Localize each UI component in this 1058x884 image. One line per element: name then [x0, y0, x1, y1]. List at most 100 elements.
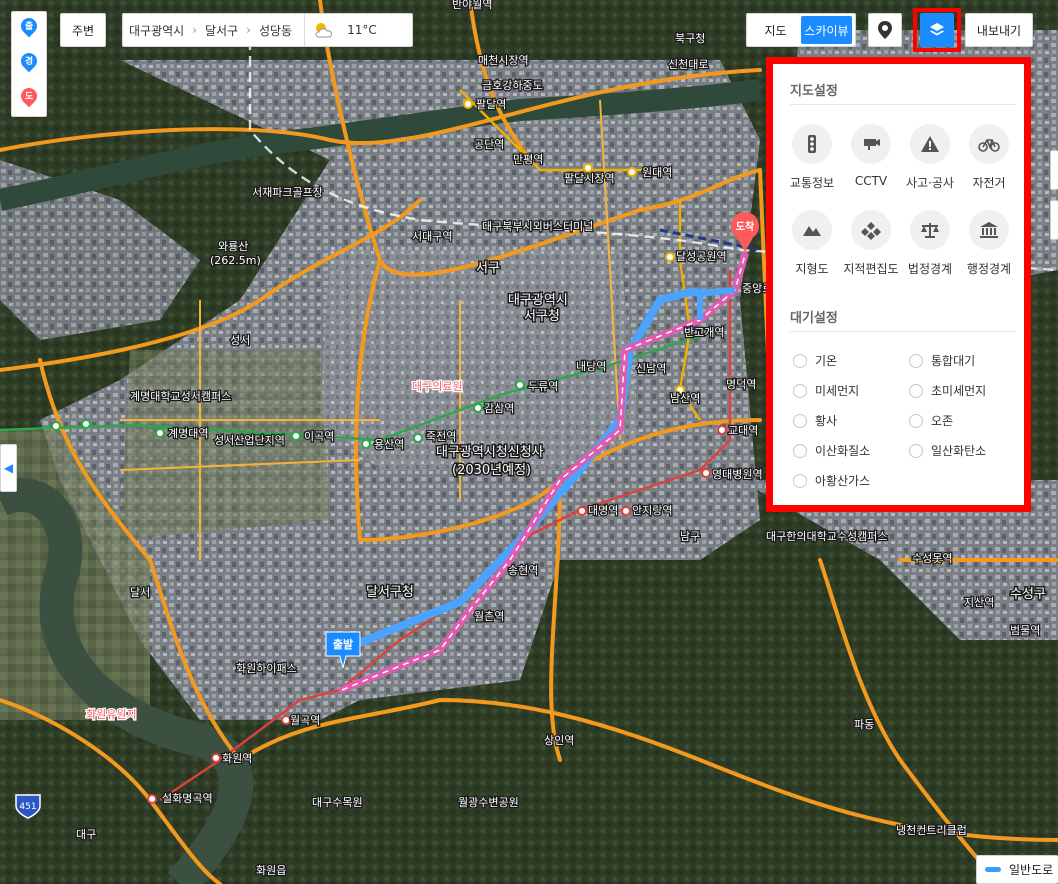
map-label: 팔달역: [476, 98, 506, 111]
svg-text:451: 451: [19, 802, 36, 812]
warning-icon: [921, 136, 939, 152]
traffic-info-toggle[interactable]: 교통정보: [783, 124, 841, 191]
layers-button-highlight[interactable]: [913, 8, 961, 52]
breadcrumb: 대구광역시 › 달서구 › 성당동 11°C: [122, 13, 413, 47]
right-edge-control[interactable]: [1050, 200, 1058, 240]
map-label: 월곡역: [290, 714, 320, 727]
destination-pin-button[interactable]: 도: [17, 84, 41, 110]
map-legend: 일반도로: [976, 855, 1058, 884]
road-swatch: [985, 867, 1001, 872]
map-label: 화원역: [222, 752, 252, 765]
svg-text:도착: 도착: [736, 220, 755, 233]
air-option-ozone[interactable]: 오존: [909, 412, 953, 429]
map-label: 남산역: [670, 392, 700, 405]
terrain-toggle[interactable]: 지형도: [783, 210, 841, 277]
chevron-right-icon: ›: [246, 23, 251, 37]
map-label: 계명대역: [168, 427, 208, 440]
route-buttons: 출 경 도: [11, 11, 47, 117]
map-label: 화원읍: [256, 864, 286, 877]
map-label: 반고개역: [684, 326, 724, 339]
bicycle-icon: [978, 139, 1000, 152]
nearby-button[interactable]: 주변: [60, 13, 106, 47]
layers-button[interactable]: [920, 13, 954, 47]
export-button[interactable]: 내보내기: [965, 13, 1033, 47]
cctv-toggle[interactable]: CCTV: [842, 124, 900, 188]
air-option-temperature[interactable]: 기온: [793, 352, 837, 369]
map-label: 서재파크골프장: [252, 186, 323, 199]
start-pin-button[interactable]: 출: [17, 15, 41, 40]
map-label: 수성구: [1010, 587, 1046, 602]
skyview-button[interactable]: 스카이뷰: [801, 16, 852, 44]
admin-boundary-toggle[interactable]: 행정경계: [960, 210, 1018, 277]
chevron-right-icon: ›: [192, 23, 198, 37]
map-label: 계명대학교성서캠퍼스: [130, 390, 231, 403]
air-option-pm25[interactable]: 초미세먼지: [909, 382, 986, 399]
map-label: 대구북부시외버스터미널: [482, 220, 593, 233]
map-label: 서구청: [524, 309, 560, 324]
svg-text:출발: 출발: [333, 637, 353, 651]
map-label: 대구수목원: [312, 796, 363, 809]
breadcrumb-city[interactable]: 대구광역시: [123, 22, 190, 39]
map-label: 이곡역: [304, 430, 334, 443]
map-label: 월광수변공원: [458, 796, 519, 809]
accident-construction-toggle[interactable]: 사고·공사: [901, 124, 959, 191]
air-option-so2[interactable]: 아황산가스: [793, 472, 870, 489]
map-label: 와룡산: [218, 240, 248, 253]
map-label: 서구: [476, 261, 500, 276]
map-label: 지산역: [964, 596, 994, 609]
map-label: (262.5m): [210, 254, 261, 267]
map-label: 내당역: [576, 360, 606, 373]
map-label: 두류역: [528, 380, 558, 393]
right-edge-control[interactable]: [1050, 150, 1058, 190]
temperature: 11°C: [347, 23, 377, 37]
map-label: (2030년예정): [452, 463, 531, 478]
map-label: 파동: [854, 718, 874, 731]
bicycle-toggle[interactable]: 자전거: [960, 124, 1018, 191]
map-label: 교대역: [728, 424, 758, 437]
cadastral-toggle[interactable]: 지적편집도: [842, 210, 900, 277]
map-label: 화원하이패스: [236, 661, 297, 675]
location-pin-button[interactable]: [868, 13, 902, 47]
traffic-light-icon: [808, 135, 816, 153]
air-option-pm10[interactable]: 미세먼지: [793, 382, 859, 399]
map-label: 명덕역: [726, 378, 756, 391]
legal-boundary-toggle[interactable]: 법정경계: [901, 210, 959, 277]
air-option-no2[interactable]: 이산화질소: [793, 442, 870, 459]
map-label: 만평역: [513, 153, 543, 166]
weather[interactable]: 11°C: [304, 14, 383, 46]
expand-sidebar-button[interactable]: ◀: [0, 444, 17, 492]
map-label: 대명역: [588, 504, 618, 517]
map-label: 성서: [230, 334, 250, 347]
air-option-co[interactable]: 일산화탄소: [909, 442, 986, 459]
map-label: 팔달시장역: [564, 172, 615, 185]
air-option-yellow-dust[interactable]: 황사: [793, 412, 837, 429]
map-label: 대구광역시청신청사: [436, 445, 544, 460]
cctv-icon: [864, 139, 880, 150]
breadcrumb-district[interactable]: 달서구: [199, 22, 244, 39]
breadcrumb-dong[interactable]: 성당동: [253, 22, 298, 39]
map-label: 원대역: [642, 166, 672, 179]
map-label: 대구의료원: [412, 380, 463, 393]
map-label: 화원유원지: [86, 708, 137, 721]
map-label: 성서산업단지역: [214, 434, 285, 447]
map-label: 설화명곡역: [162, 792, 213, 805]
map-label: 달서구청: [366, 585, 414, 600]
map-label: 송현역: [508, 564, 538, 577]
map-label: 대구광역시: [508, 293, 568, 308]
map-view-button[interactable]: 지도: [750, 16, 801, 44]
government-building-icon: [980, 222, 998, 238]
map-label: 감삼역: [484, 402, 514, 415]
map-label: 금호강하중도: [482, 78, 543, 92]
map-label: 안지랑역: [632, 504, 672, 517]
map-label: 북구청: [675, 32, 705, 45]
waypoint-pin-button[interactable]: 경: [17, 49, 41, 75]
scale-icon: [921, 223, 939, 238]
map-label: 신남역: [636, 362, 666, 375]
map-label: 신천대로: [668, 57, 708, 71]
air-option-integrated[interactable]: 통합대기: [909, 352, 975, 369]
map-type-toggle: 지도 스카이뷰: [746, 13, 856, 47]
map-label: 달서: [130, 586, 150, 599]
map-label: 반야월역: [452, 0, 492, 11]
location-pin-icon: [878, 21, 892, 39]
cadastral-icon: [861, 222, 881, 240]
